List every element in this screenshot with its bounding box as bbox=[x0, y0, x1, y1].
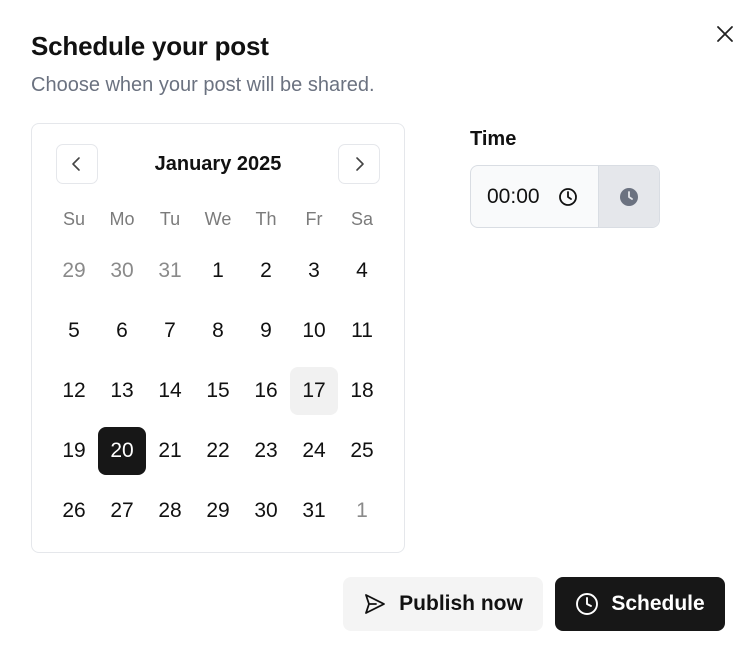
day-cell[interactable]: 2 bbox=[242, 247, 290, 295]
weekday-label: Th bbox=[255, 209, 277, 229]
day-cell[interactable]: 27 bbox=[98, 487, 146, 535]
send-icon bbox=[363, 592, 387, 616]
clock-icon bbox=[575, 592, 599, 616]
close-button[interactable] bbox=[711, 20, 739, 48]
dialog-subtitle: Choose when your post will be shared. bbox=[31, 74, 375, 96]
time-input-group: 00:00 bbox=[470, 165, 660, 228]
chevron-right-icon bbox=[356, 157, 364, 171]
day-cell[interactable]: 14 bbox=[146, 367, 194, 415]
day-cell[interactable]: 8 bbox=[194, 307, 242, 355]
day-cell[interactable]: 24 bbox=[290, 427, 338, 475]
schedule-button[interactable]: Schedule bbox=[555, 577, 725, 631]
day-cell[interactable]: 26 bbox=[50, 487, 98, 535]
day-cell[interactable]: 6 bbox=[98, 307, 146, 355]
time-input[interactable]: 00:00 bbox=[471, 166, 598, 227]
day-cell[interactable]: 5 bbox=[50, 307, 98, 355]
day-cell[interactable]: 18 bbox=[338, 367, 386, 415]
weekday-header-row: Su Mo Tu We Th Fr Sa bbox=[50, 209, 386, 230]
day-cell-selected[interactable]: 20 bbox=[98, 427, 146, 475]
day-cell-today[interactable]: 17 bbox=[290, 367, 338, 415]
day-cell[interactable]: 10 bbox=[290, 307, 338, 355]
day-cell[interactable]: 31 bbox=[146, 247, 194, 295]
day-cell[interactable]: 21 bbox=[146, 427, 194, 475]
day-cell[interactable]: 31 bbox=[290, 487, 338, 535]
next-month-button[interactable] bbox=[338, 144, 380, 184]
day-cell[interactable]: 29 bbox=[50, 247, 98, 295]
weekday-label: Mo bbox=[109, 209, 135, 229]
day-grid: 29 30 31 1 2 3 4 5 6 7 8 9 10 11 12 13 14 15 16 17 18 19 20 21 2… bbox=[50, 244, 386, 544]
clock-filled-icon bbox=[619, 187, 638, 206]
day-cell[interactable]: 28 bbox=[146, 487, 194, 535]
publish-now-button[interactable]: Publish now bbox=[343, 577, 543, 631]
day-cell[interactable]: 1 bbox=[194, 247, 242, 295]
time-value: 00:00 bbox=[487, 184, 540, 208]
time-addon bbox=[597, 166, 659, 227]
time-label: Time bbox=[470, 128, 517, 150]
day-cell[interactable]: 22 bbox=[194, 427, 242, 475]
date-picker-calendar: January 2025 Su Mo Tu We Th Fr Sa 29 30 31 1 2 3 4 5 6… bbox=[31, 123, 405, 553]
schedule-post-dialog: Schedule your post Choose when your post… bbox=[0, 0, 755, 663]
day-cell[interactable]: 16 bbox=[242, 367, 290, 415]
dialog-title: Schedule your post bbox=[31, 31, 269, 61]
close-icon bbox=[717, 26, 733, 42]
day-cell[interactable]: 9 bbox=[242, 307, 290, 355]
weekday-label: Sa bbox=[350, 209, 374, 229]
clock-outline-icon[interactable] bbox=[558, 187, 578, 207]
day-cell[interactable]: 19 bbox=[50, 427, 98, 475]
schedule-label: Schedule bbox=[611, 592, 705, 615]
day-cell[interactable]: 13 bbox=[98, 367, 146, 415]
weekday-label: Su bbox=[62, 209, 86, 229]
day-cell[interactable]: 3 bbox=[290, 247, 338, 295]
day-cell[interactable]: 30 bbox=[98, 247, 146, 295]
day-cell[interactable]: 12 bbox=[50, 367, 98, 415]
day-cell[interactable]: 30 bbox=[242, 487, 290, 535]
weekday-label: Fr bbox=[305, 209, 323, 229]
day-cell[interactable]: 29 bbox=[194, 487, 242, 535]
weekday-label: Tu bbox=[159, 209, 181, 229]
day-cell[interactable]: 1 bbox=[338, 487, 386, 535]
day-cell[interactable]: 11 bbox=[338, 307, 386, 355]
day-cell[interactable]: 15 bbox=[194, 367, 242, 415]
day-cell[interactable]: 7 bbox=[146, 307, 194, 355]
day-cell[interactable]: 25 bbox=[338, 427, 386, 475]
day-cell[interactable]: 23 bbox=[242, 427, 290, 475]
day-cell[interactable]: 4 bbox=[338, 247, 386, 295]
publish-now-label: Publish now bbox=[399, 592, 523, 615]
weekday-label: We bbox=[204, 209, 232, 229]
